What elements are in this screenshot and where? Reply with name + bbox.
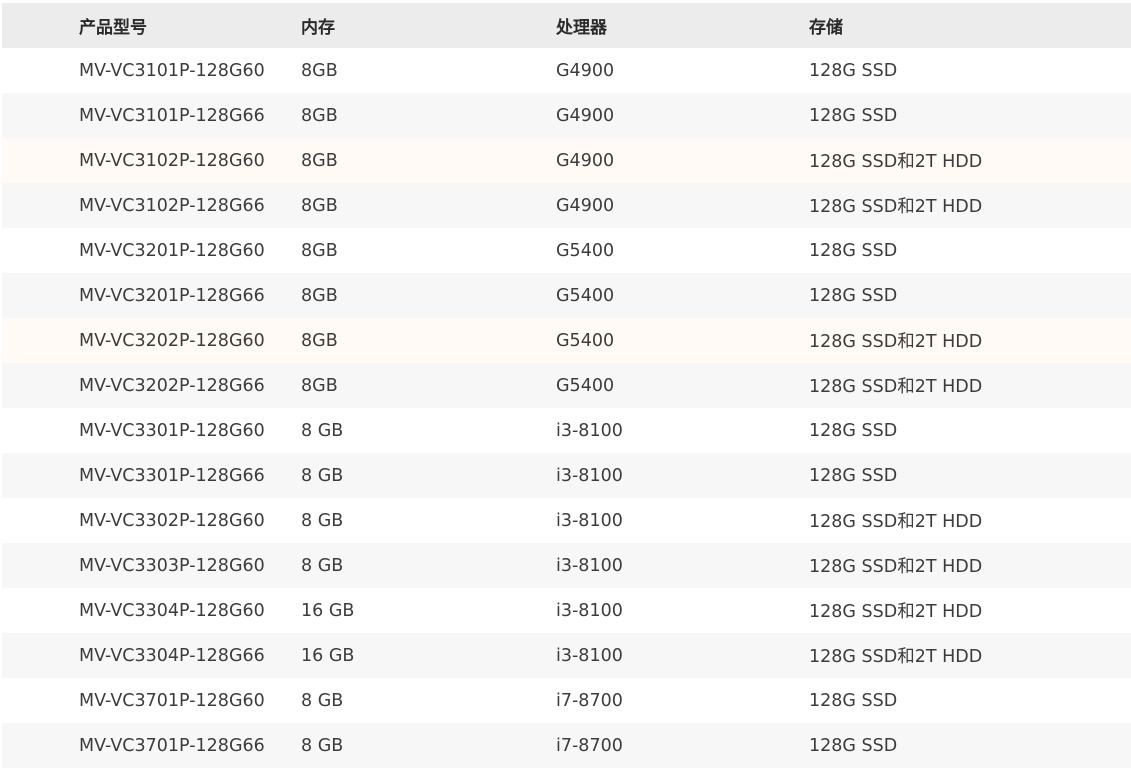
cell-storage: 128G SSD和2T HDD	[809, 377, 983, 397]
cell-model: MV-VC3202P-128G66	[79, 375, 265, 396]
cell-memory: 16 GB	[301, 600, 355, 621]
table-row: MV-VC3202P-128G66 8GB G5400 128G SSD和2T …	[2, 363, 1131, 408]
table-row: MV-VC3202P-128G60 8GB G5400 128G SSD和2T …	[2, 318, 1131, 363]
cell-processor: i3-8100	[556, 420, 623, 441]
cell-model: MV-VC3101P-128G66	[79, 105, 265, 126]
cell-memory: 8 GB	[301, 465, 344, 486]
cell-memory: 8GB	[301, 240, 338, 261]
cell-processor: G5400	[556, 240, 615, 261]
cell-model: MV-VC3301P-128G60	[79, 420, 265, 441]
cell-model: MV-VC3304P-128G66	[79, 645, 265, 666]
table-row: MV-VC3201P-128G60 8GB G5400 128G SSD	[2, 228, 1131, 273]
cell-model: MV-VC3304P-128G60	[79, 600, 265, 621]
cell-memory: 8GB	[301, 330, 338, 351]
cell-model: MV-VC3101P-128G60	[79, 60, 265, 81]
table-row: MV-VC3201P-128G66 8GB G5400 128G SSD	[2, 273, 1131, 318]
header-row: 产品型号 内存 处理器 存储	[2, 3, 1131, 48]
table-row: MV-VC3701P-128G66 8 GB i7-8700 128G SSD	[2, 723, 1131, 768]
header-memory: 内存	[301, 18, 335, 38]
table-row: MV-VC3101P-128G66 8GB G4900 128G SSD	[2, 93, 1131, 138]
table-row: MV-VC3102P-128G66 8GB G4900 128G SSD和2T …	[2, 183, 1131, 228]
cell-storage: 128G SSD和2T HDD	[809, 557, 983, 577]
cell-memory: 8GB	[301, 195, 338, 216]
cell-processor: G5400	[556, 285, 615, 306]
cell-storage: 128G SSD	[809, 60, 898, 81]
cell-memory: 8GB	[301, 375, 338, 396]
cell-storage: 128G SSD	[809, 735, 898, 756]
header-processor: 处理器	[556, 18, 607, 38]
cell-memory: 8GB	[301, 60, 338, 81]
table-row: MV-VC3301P-128G66 8 GB i3-8100 128G SSD	[2, 453, 1131, 498]
cell-storage: 128G SSD和2T HDD	[809, 152, 983, 172]
table-body: MV-VC3101P-128G60 8GB G4900 128G SSD MV-…	[2, 48, 1131, 768]
table-row: MV-VC3301P-128G60 8 GB i3-8100 128G SSD	[2, 408, 1131, 453]
cell-memory: 8GB	[301, 105, 338, 126]
table-row: MV-VC3304P-128G60 16 GB i3-8100 128G SSD…	[2, 588, 1131, 633]
cell-model: MV-VC3102P-128G60	[79, 150, 265, 171]
cell-model: MV-VC3102P-128G66	[79, 195, 265, 216]
cell-model: MV-VC3202P-128G60	[79, 330, 265, 351]
cell-model: MV-VC3302P-128G60	[79, 510, 265, 531]
table-row: MV-VC3303P-128G60 8 GB i3-8100 128G SSD和…	[2, 543, 1131, 588]
table-row: MV-VC3701P-128G60 8 GB i7-8700 128G SSD	[2, 678, 1131, 723]
cell-memory: 8 GB	[301, 735, 344, 756]
cell-storage: 128G SSD和2T HDD	[809, 197, 983, 217]
cell-storage: 128G SSD	[809, 690, 898, 711]
cell-storage: 128G SSD和2T HDD	[809, 647, 983, 667]
cell-processor: i3-8100	[556, 645, 623, 666]
cell-memory: 8 GB	[301, 510, 344, 531]
cell-model: MV-VC3301P-128G66	[79, 465, 265, 486]
cell-model: MV-VC3201P-128G66	[79, 285, 265, 306]
cell-storage: 128G SSD	[809, 420, 898, 441]
cell-storage: 128G SSD	[809, 240, 898, 261]
cell-memory: 8 GB	[301, 420, 344, 441]
cell-memory: 8GB	[301, 150, 338, 171]
cell-processor: G4900	[556, 150, 615, 171]
cell-storage: 128G SSD	[809, 105, 898, 126]
cell-storage: 128G SSD	[809, 465, 898, 486]
table-row: MV-VC3302P-128G60 8 GB i3-8100 128G SSD和…	[2, 498, 1131, 543]
table-row: MV-VC3101P-128G60 8GB G4900 128G SSD	[2, 48, 1131, 93]
cell-processor: i7-8700	[556, 690, 623, 711]
cell-model: MV-VC3701P-128G60	[79, 690, 265, 711]
cell-memory: 8 GB	[301, 555, 344, 576]
table-row: MV-VC3304P-128G66 16 GB i3-8100 128G SSD…	[2, 633, 1131, 678]
cell-memory: 8GB	[301, 285, 338, 306]
cell-processor: G4900	[556, 195, 615, 216]
cell-processor: G5400	[556, 375, 615, 396]
table-row: MV-VC3102P-128G60 8GB G4900 128G SSD和2T …	[2, 138, 1131, 183]
cell-processor: i7-8700	[556, 735, 623, 756]
cell-processor: G4900	[556, 105, 615, 126]
cell-model: MV-VC3303P-128G60	[79, 555, 265, 576]
header-model: 产品型号	[79, 18, 147, 38]
header-storage: 存储	[809, 18, 843, 38]
cell-processor: i3-8100	[556, 555, 623, 576]
cell-model: MV-VC3201P-128G60	[79, 240, 265, 261]
table-header: 产品型号 内存 处理器 存储	[2, 3, 1131, 48]
cell-storage: 128G SSD	[809, 285, 898, 306]
cell-processor: i3-8100	[556, 465, 623, 486]
cell-storage: 128G SSD和2T HDD	[809, 512, 983, 532]
cell-processor: G5400	[556, 330, 615, 351]
cell-memory: 8 GB	[301, 690, 344, 711]
cell-model: MV-VC3701P-128G66	[79, 735, 265, 756]
cell-storage: 128G SSD和2T HDD	[809, 332, 983, 352]
cell-storage: 128G SSD和2T HDD	[809, 602, 983, 622]
product-spec-table: 产品型号 内存 处理器 存储 MV-VC3101P-128G60 8GB G49…	[2, 3, 1131, 768]
cell-processor: i3-8100	[556, 600, 623, 621]
cell-processor: G4900	[556, 60, 615, 81]
cell-processor: i3-8100	[556, 510, 623, 531]
cell-memory: 16 GB	[301, 645, 355, 666]
